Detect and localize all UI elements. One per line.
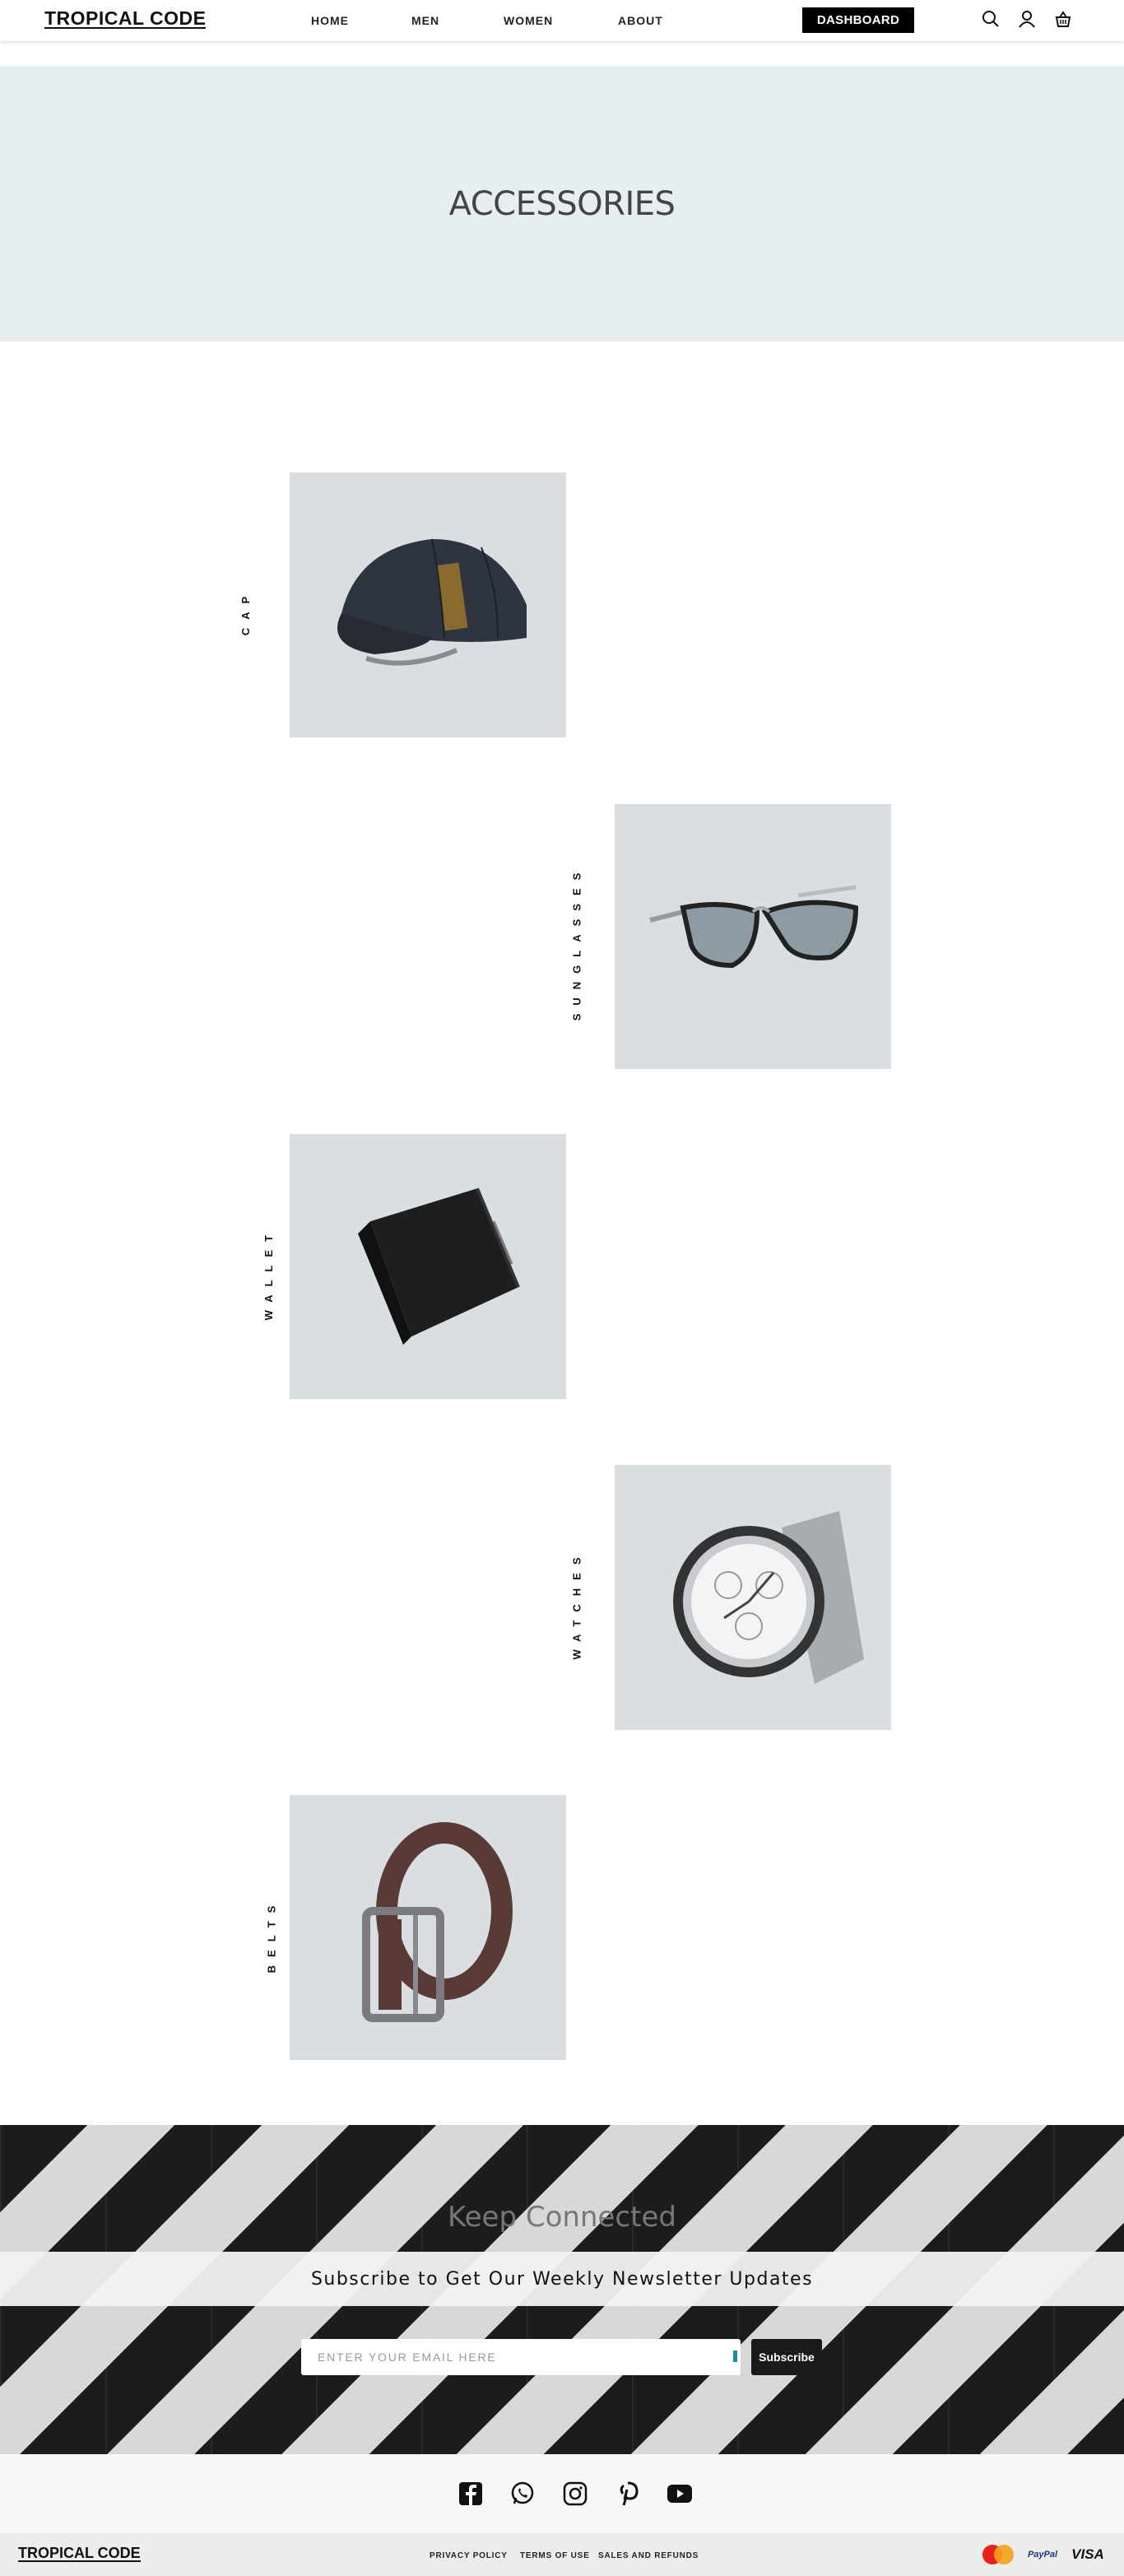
category-card-belts[interactable] [290, 1795, 566, 2060]
user-icon[interactable] [1016, 8, 1038, 30]
category-card-sunglasses[interactable] [615, 804, 891, 1069]
footer-link-privacy[interactable]: PRIVACY POLICY [430, 2551, 508, 2560]
input-extension-icon [733, 2350, 737, 2362]
footer-link-refunds[interactable]: SALES AND REFUNDS [598, 2551, 699, 2560]
nav-link-about[interactable]: ABOUT [618, 14, 663, 27]
watch-image [673, 1511, 864, 1684]
social-links [0, 2454, 1124, 2533]
wallet-image [358, 1188, 520, 1345]
sunglasses-image [649, 885, 859, 969]
footer-link-terms[interactable]: TERMS OF USE [520, 2551, 590, 2560]
category-label-sunglasses: SUNGLASSES [570, 864, 583, 1021]
category-label-watches: WATCHES [570, 1549, 583, 1660]
newsletter-subtitle: Subscribe to Get Our Weekly Newsletter U… [0, 2252, 1124, 2306]
visa-icon: VISA [1070, 2544, 1106, 2565]
category-card-cap[interactable] [290, 472, 566, 737]
whatsapp-icon[interactable] [509, 2480, 536, 2508]
hero-banner: ACCESSORIES [0, 66, 1124, 342]
visa-text: VISA [1071, 2546, 1104, 2562]
top-navbar: TROPICAL CODE HOME MEN WOMEN ABOUT DASHB… [0, 0, 1124, 41]
pinterest-icon[interactable] [614, 2480, 642, 2508]
footer-logo[interactable]: TROPICAL CODE [18, 2546, 141, 2562]
newsletter-section: Keep Connected Subscribe to Get Our Week… [0, 2125, 1124, 2454]
paypal-text: PayPal [1027, 2550, 1058, 2560]
facebook-icon[interactable] [457, 2480, 485, 2508]
category-label-belts: BELTS [265, 1897, 278, 1974]
category-card-wallet[interactable] [290, 1134, 566, 1399]
page-title: ACCESSORIES [448, 184, 676, 223]
search-icon[interactable] [980, 8, 1001, 30]
nav-link-men[interactable]: MEN [411, 14, 439, 27]
category-label-cap: CAP [239, 588, 253, 636]
email-field-wrapper [301, 2339, 741, 2375]
newsletter-title: Keep Connected [448, 2201, 676, 2234]
footer: TROPICAL CODE PRIVACY POLICY TERMS OF US… [0, 2533, 1124, 2576]
basket-icon[interactable] [1052, 8, 1074, 30]
category-label-wallet: WALLET [262, 1226, 276, 1321]
belt-image [362, 1822, 513, 2022]
instagram-icon[interactable] [561, 2480, 589, 2508]
youtube-icon[interactable] [666, 2480, 694, 2508]
paypal-icon: PayPal [1024, 2544, 1061, 2565]
nav-link-women[interactable]: WOMEN [504, 14, 553, 27]
subscribe-button[interactable]: Subscribe [751, 2339, 822, 2375]
cap-image [337, 538, 527, 666]
category-card-watches[interactable] [615, 1465, 891, 1730]
email-input[interactable] [318, 2350, 713, 2364]
nav-link-home[interactable]: HOME [311, 14, 349, 27]
mastercard-icon [979, 2544, 1017, 2565]
site-logo[interactable]: TROPICAL CODE [44, 9, 207, 29]
dashboard-button[interactable]: DASHBOARD [802, 7, 914, 33]
